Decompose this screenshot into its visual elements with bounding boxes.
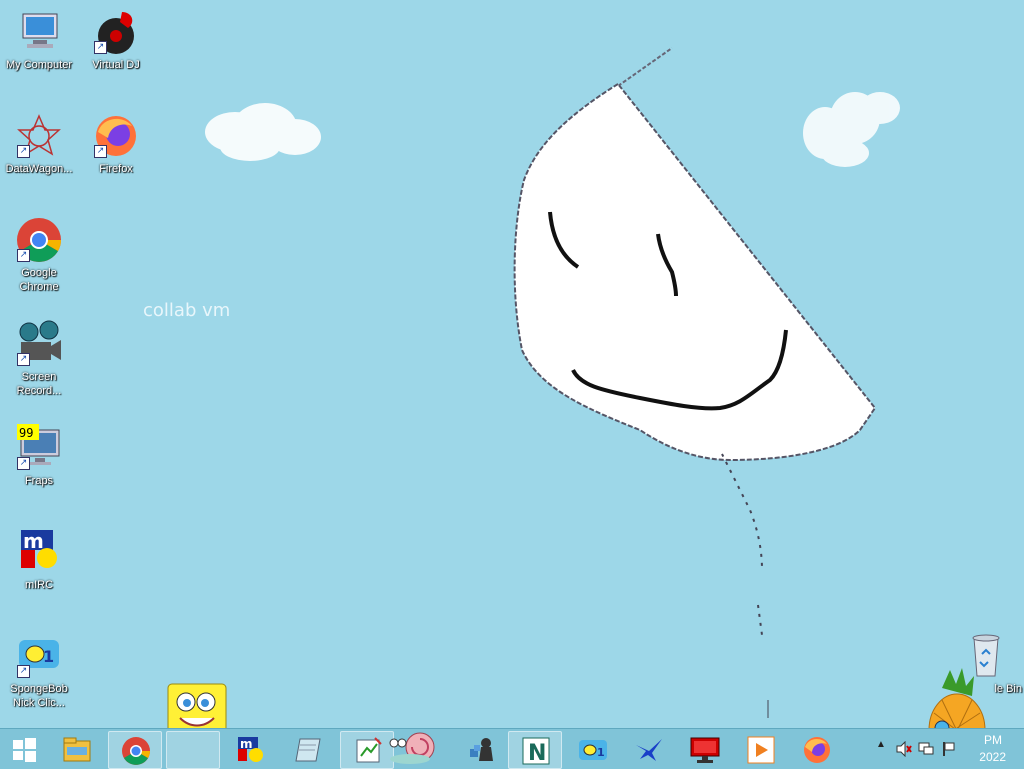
network-icon[interactable] (918, 741, 934, 757)
nick-clicks-icon: 1 ↗ (15, 632, 63, 680)
desktop-icon-google-chrome[interactable]: ↗ Google Chrome (1, 216, 77, 294)
shortcut-arrow-icon: ↗ (94, 41, 107, 54)
nick-icon: 1 (579, 740, 607, 760)
taskbar-monitor-app[interactable] (678, 731, 730, 767)
svg-text:m: m (23, 529, 44, 553)
clock-time[interactable]: PM (984, 733, 1002, 747)
n-app-icon: N (522, 737, 550, 766)
svg-text:1: 1 (43, 647, 54, 666)
bird-icon (636, 739, 662, 761)
flag-icon[interactable] (940, 741, 956, 757)
drip-line (757, 604, 769, 718)
collab-vm-watermark: collab vm (143, 300, 231, 321)
paint-icon (356, 737, 382, 763)
icon-label: Screen Record... (16, 371, 62, 397)
show-hidden-icons-chevron-icon[interactable]: ▲ (876, 739, 886, 750)
start-button[interactable] (0, 731, 46, 767)
monitor-icon (690, 737, 720, 763)
desktop-icon-mirc[interactable]: m mIRC (1, 528, 77, 592)
computer-icon (15, 8, 63, 56)
shortcut-arrow-icon: ↗ (17, 665, 30, 678)
chrome-icon (122, 737, 150, 765)
svg-text:m: m (240, 737, 253, 751)
shortcut-arrow-icon: ↗ (17, 145, 30, 158)
taskbar-spongebob-app[interactable] (166, 731, 220, 769)
windows-logo-icon (13, 738, 36, 762)
taskbar-bird-app[interactable] (622, 731, 674, 767)
taskbar-media-player[interactable] (734, 731, 786, 767)
system-tray: ▲ PM 2022 (844, 729, 1024, 769)
svg-text:N: N (528, 741, 546, 766)
icon-label: Firefox (99, 163, 133, 175)
datawagon-icon: ↗ (15, 112, 63, 160)
mirc-icon: m (15, 528, 63, 576)
taskbar-firefox[interactable] (790, 731, 842, 767)
icon-label: My Computer (5, 59, 73, 71)
snail-icon (389, 732, 435, 764)
taskbar-gary-snail[interactable] (386, 731, 442, 767)
film-camera-icon: ↗ (15, 320, 63, 368)
notepad-icon (295, 738, 321, 762)
taskbar-n-app[interactable]: N (508, 731, 562, 769)
taskbar-file-explorer[interactable] (50, 731, 102, 767)
desktop[interactable]: collab vm My Computer ↗ Virtual DJ ↗ Dat… (0, 0, 1024, 768)
desktop-icon-screen-recorder[interactable]: ↗ Screen Record... (1, 320, 77, 398)
desktop-icon-my-computer[interactable]: My Computer (1, 8, 77, 72)
icon-label: DataWagon... (5, 163, 73, 175)
desktop-icon-fraps[interactable]: 99 ↗ Fraps (1, 424, 77, 488)
shortcut-arrow-icon: ↗ (17, 249, 30, 262)
icon-label: mIRC (24, 579, 54, 591)
shortcut-arrow-icon: ↗ (17, 457, 30, 470)
smiley-drawing (513, 47, 877, 571)
desktop-icon-spongebob-nick-clicks[interactable]: 1 ↗ SpongeBob Nick Clic... (1, 632, 77, 710)
shortcut-arrow-icon: ↗ (17, 353, 30, 366)
mirc-icon: m (238, 737, 263, 762)
svg-text:1: 1 (597, 746, 605, 759)
virtual-dj-icon: ↗ (92, 8, 140, 56)
clock-date[interactable]: 2022 (979, 750, 1006, 764)
fraps-icon: 99 ↗ (15, 424, 63, 472)
icon-label: Google Chrome (19, 267, 59, 293)
media-player-icon (747, 736, 775, 764)
taskbar-notepad[interactable] (282, 731, 334, 767)
desktop-icon-firefox[interactable]: ↗ Firefox (78, 112, 154, 176)
cloud-left-decoration (205, 103, 321, 161)
firefox-icon (804, 737, 830, 763)
icon-label: Virtual DJ (92, 59, 140, 71)
firefox-icon: ↗ (92, 112, 140, 160)
icon-label: SpongeBob Nick Clic... (10, 683, 68, 709)
icon-label: Fraps (24, 475, 54, 487)
taskbar: m N 1 ▲ PM 2022 (0, 728, 1024, 769)
volume-muted-icon[interactable] (896, 741, 912, 757)
svg-text:99: 99 (19, 426, 33, 440)
taskbar-nick-clicks[interactable]: 1 (566, 731, 618, 767)
taskbar-chess[interactable] (456, 731, 508, 767)
chess-icon (470, 738, 493, 761)
desktop-icon-virtual-dj[interactable]: ↗ Virtual DJ (78, 8, 154, 72)
folder-icon (63, 737, 91, 762)
chrome-icon: ↗ (15, 216, 63, 264)
shortcut-arrow-icon: ↗ (94, 145, 107, 158)
taskbar-chrome[interactable] (108, 731, 162, 769)
desktop-icon-datawagon[interactable]: ↗ DataWagon... (1, 112, 77, 176)
taskbar-mirc[interactable]: m (224, 731, 276, 767)
